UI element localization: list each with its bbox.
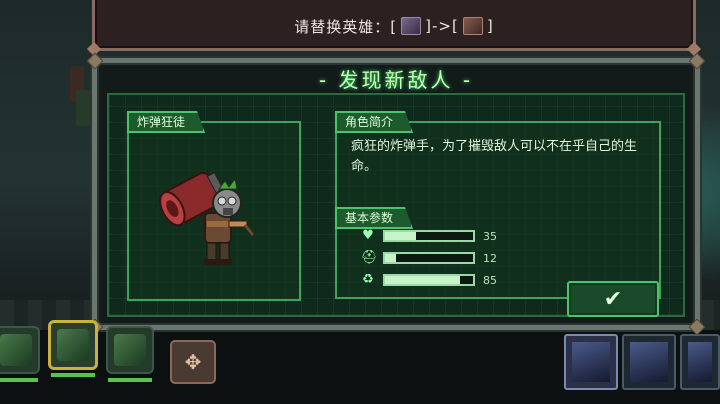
hero-card-selected[interactable] <box>564 334 618 390</box>
replace-hero-prompt: 请替换英雄：[ ]->[ ] <box>294 16 493 37</box>
bomber-sprite-icon <box>159 171 255 265</box>
health-bar-fill <box>385 232 416 240</box>
slot-health-bar <box>51 373 95 377</box>
speed-value: 85 <box>483 273 497 287</box>
soldier-portrait-icon <box>0 334 32 366</box>
squad-slot[interactable] <box>106 326 154 382</box>
health-value: 35 <box>483 229 497 243</box>
prompt-arrow: ]->[ <box>425 17 459 35</box>
stat-row-health: ♥ 35 <box>361 229 497 243</box>
new-enemy-dialog: - 发现新敌人 - 炸弹狂徒 角色简介 疯狂的炸弹手，为了摧毁敌人可以不在乎自己… <box>86 52 706 336</box>
helmet-icon: ⛑ <box>361 250 378 265</box>
squad-slot[interactable] <box>0 326 40 382</box>
squad-bar: ✥ <box>0 320 720 404</box>
prompt-suffix: ] <box>486 17 494 35</box>
soldier-portrait-icon <box>114 334 146 366</box>
background-soldier <box>76 90 90 126</box>
move-arrows-icon: ✥ <box>184 350 202 374</box>
slot-health-bar <box>108 378 152 382</box>
checkmark-icon: ✔ <box>603 286 623 312</box>
replace-hero-banner: 请替换英雄：[ ]->[ ] <box>86 0 702 57</box>
hero-portrait-icon <box>630 342 668 382</box>
current-hero-portrait-icon <box>401 17 422 35</box>
profile-section-label: 角色简介 <box>335 111 413 133</box>
defense-bar <box>383 252 475 264</box>
character-name: 炸弹狂徒 <box>127 111 205 133</box>
character-panel: 炸弹狂徒 <box>127 121 301 301</box>
new-hero-portrait-icon <box>462 17 483 35</box>
hero-card[interactable] <box>622 334 676 390</box>
defense-value: 12 <box>483 251 497 265</box>
slot-health-bar <box>0 378 38 382</box>
health-bar <box>383 230 475 242</box>
prompt-prefix: 请替换英雄：[ <box>294 17 398 36</box>
hero-portrait-icon <box>572 342 610 382</box>
info-panel: 角色简介 疯狂的炸弹手，为了摧毁敌人可以不在乎自己的生命。 基本参数 ♥ 35 … <box>335 121 661 299</box>
speed-bar-fill <box>385 276 460 284</box>
character-description: 疯狂的炸弹手，为了摧毁敌人可以不在乎自己的生命。 <box>351 139 638 174</box>
confirm-button[interactable]: ✔ <box>567 281 659 317</box>
speed-icon: ♻ <box>362 272 374 287</box>
speed-bar <box>383 274 475 286</box>
heart-icon: ♥ <box>362 228 374 243</box>
hero-portrait-icon <box>688 342 712 382</box>
squad-slot-selected[interactable] <box>48 320 98 377</box>
hero-card[interactable] <box>680 334 720 390</box>
stat-row-speed: ♻ 85 <box>361 273 497 287</box>
move-button[interactable]: ✥ <box>170 340 216 384</box>
stat-row-defense: ⛑ 12 <box>361 251 497 265</box>
stats-section-label: 基本参数 <box>335 207 413 229</box>
defense-bar-fill <box>385 254 396 262</box>
soldier-portrait-icon <box>57 329 89 361</box>
dialog-title: - 发现新敌人 - <box>318 67 474 92</box>
